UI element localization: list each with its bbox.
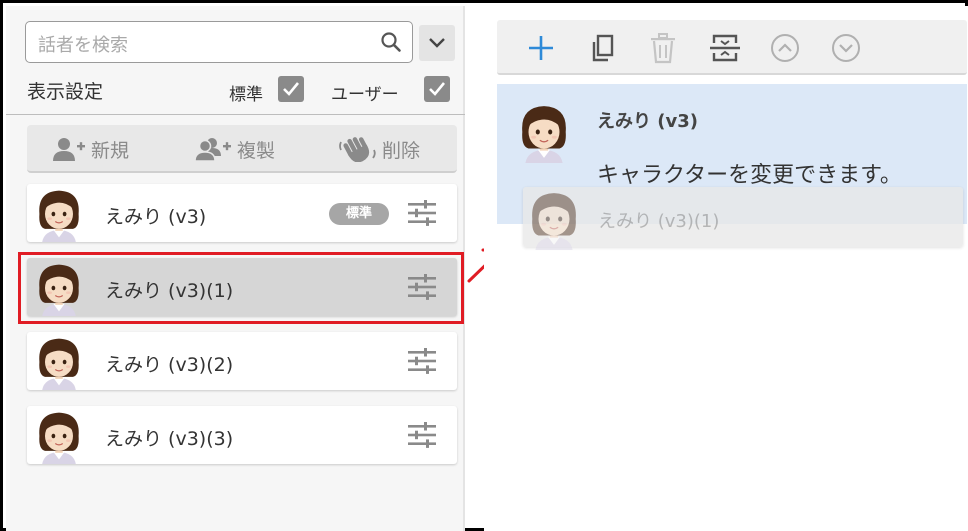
search-input[interactable]: 話者を検索 (25, 21, 413, 63)
character-item-2[interactable]: えみり (v3)(2) (27, 332, 457, 390)
user-filter-checkbox[interactable] (424, 76, 450, 102)
delete-character-button[interactable]: 削除 (338, 136, 420, 162)
standard-filter-label: 標準 (229, 85, 263, 105)
user-filter-label: ユーザー (331, 85, 399, 105)
highlight-box (18, 252, 464, 324)
dragged-character-ghost: えみり (v3)(1) (523, 187, 963, 247)
display-settings-label: 表示設定 (27, 81, 104, 103)
character-item-3[interactable]: えみり (v3)(3) (27, 406, 457, 464)
avatar[interactable] (513, 101, 575, 163)
divider (6, 114, 465, 115)
character-name: えみり (v3)(2) (105, 354, 234, 376)
talk-editor-panel: えみり (v3) キャラクターを変更できます。 えみり (v3)(1) (484, 6, 968, 531)
search-dropdown-button[interactable] (419, 25, 455, 61)
character-name: えみり (v3) (105, 206, 207, 228)
settings-sliders-icon[interactable] (407, 422, 437, 448)
delete-character-label: 削除 (382, 139, 421, 162)
settings-sliders-icon[interactable] (407, 348, 437, 374)
duplicate-character-label: 複製 (237, 139, 276, 162)
talk-toolbar (497, 20, 967, 75)
avatar (31, 334, 87, 390)
window-frame: 話者を検索 表示設定 標準 ユーザー 新規 複製 削除 えみり (v3) 標準 … (0, 0, 968, 531)
new-character-label: 新規 (91, 139, 130, 162)
trash-icon[interactable] (647, 32, 679, 64)
character-toolbar: 新規 複製 削除 (27, 125, 457, 173)
chevron-down-icon (429, 38, 445, 48)
new-character-button[interactable]: 新規 (51, 136, 129, 162)
checkmark-icon (283, 82, 300, 96)
ghost-character-name: えみり (v3)(1) (598, 211, 720, 232)
avatar (31, 408, 87, 464)
search-placeholder: 話者を検索 (38, 35, 128, 56)
talk-speaker-name: えみり (v3) (597, 111, 698, 132)
talk-text[interactable]: キャラクターを変更できます。 (597, 157, 902, 189)
search-icon[interactable] (380, 31, 402, 53)
character-name: えみり (v3)(3) (105, 428, 234, 450)
avatar (31, 186, 87, 242)
standard-filter-checkbox[interactable] (278, 76, 304, 102)
settings-sliders-icon[interactable] (407, 200, 437, 226)
chevron-up-icon[interactable] (769, 32, 801, 64)
duplicate-user-icon (194, 138, 231, 162)
character-item-0[interactable]: えみり (v3) 標準 (27, 184, 457, 242)
copy-icon[interactable] (586, 32, 618, 64)
checkmark-icon (429, 82, 446, 96)
split-icon[interactable] (709, 32, 741, 64)
avatar (523, 188, 585, 250)
add-user-icon (53, 138, 85, 161)
standard-badge: 標準 (329, 203, 389, 225)
chevron-down-icon[interactable] (830, 32, 862, 64)
plus-icon[interactable] (525, 32, 557, 64)
duplicate-character-button[interactable]: 複製 (193, 136, 275, 162)
wave-hand-icon (339, 137, 376, 162)
